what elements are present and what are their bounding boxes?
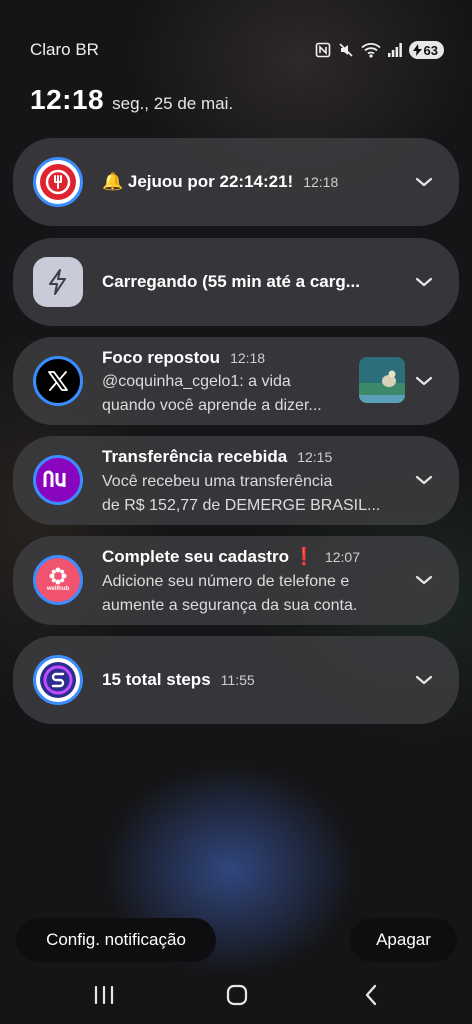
clock-date: seg., 25 de mai. <box>112 94 234 113</box>
notification-thumbnail-image <box>359 357 405 403</box>
clock-row: 12:18 seg., 25 de mai. <box>30 84 233 116</box>
back-icon <box>365 984 377 1006</box>
notification-time: 12:18 <box>230 350 266 366</box>
nfc-icon <box>315 42 331 58</box>
charging-bolt-icon <box>412 44 422 56</box>
notification-wellhub[interactable]: wellhub Complete seu cadastro ❗ 12:07 Ad… <box>13 536 459 625</box>
notification-title: 15 total steps <box>102 670 211 689</box>
notification-charging[interactable]: Carregando (55 min até a carg... <box>13 238 459 326</box>
wellhub-logo-icon: wellhub <box>33 555 83 605</box>
notification-time: 12:18 <box>303 174 339 190</box>
battery-indicator: 63 <box>408 41 444 59</box>
recent-apps-button[interactable] <box>84 978 124 1012</box>
carrier-name: Claro BR <box>30 40 99 59</box>
notification-time: 12:15 <box>297 449 333 465</box>
battery-level: 63 <box>423 42 438 58</box>
notification-body-line: quando você aprende a dizer... <box>102 397 322 414</box>
notification-x-repost[interactable]: Foco repostou 12:18 @coquinha_cgelo1: a … <box>13 337 459 425</box>
chevron-down-icon[interactable] <box>413 569 435 591</box>
signal-icon <box>387 43 402 57</box>
chevron-down-icon[interactable] <box>413 469 435 491</box>
notification-settings-button[interactable]: Config. notificação <box>16 918 216 962</box>
notification-title-row: 15 total steps 11:55 <box>102 670 255 690</box>
lightning-bolt-icon <box>33 257 83 307</box>
nubank-logo-icon <box>33 455 83 505</box>
notification-steps[interactable]: 15 total steps 11:55 <box>13 636 459 724</box>
notification-body-line: @coquinha_cgelo1: a vida <box>102 373 291 390</box>
chevron-down-icon[interactable] <box>413 370 435 392</box>
notification-body-line: aumente a segurança da sua conta. <box>102 597 358 614</box>
notification-title-row: Transferência recebida 12:15 <box>102 447 332 467</box>
notification-title-row: Complete seu cadastro ❗ 12:07 <box>102 547 360 567</box>
wifi-icon <box>360 42 381 58</box>
x-logo-icon <box>33 356 83 406</box>
notification-title: Foco repostou <box>102 348 221 367</box>
notification-title: Complete seu cadastro ❗ <box>102 547 315 566</box>
chevron-down-icon[interactable] <box>413 271 435 293</box>
chevron-down-icon[interactable] <box>413 171 435 193</box>
home-icon <box>226 984 248 1006</box>
notification-title: Carregando (55 min até a carg... <box>102 272 360 291</box>
mute-icon <box>338 42 354 58</box>
notification-title-row: Foco repostou 12:18 <box>102 348 265 368</box>
recent-apps-icon <box>94 986 114 1004</box>
clock-time: 12:18 <box>30 84 105 115</box>
notification-title-row: 🔔 Jejuou por 22:14:21! 12:18 <box>102 172 338 192</box>
navigation-bar <box>0 978 472 1012</box>
chevron-down-icon[interactable] <box>413 669 435 691</box>
status-icons: 63 <box>315 41 444 59</box>
notification-time: 11:55 <box>220 672 255 688</box>
notification-title: 🔔 Jejuou por 22:14:21! <box>102 172 294 191</box>
fork-knife-icon <box>33 157 83 207</box>
notification-title: Transferência recebida <box>102 447 288 466</box>
notification-fasting[interactable]: 🔔 Jejuou por 22:14:21! 12:18 <box>13 138 459 226</box>
notification-body: Adicione seu número de telefone e aument… <box>102 570 407 618</box>
notification-body-line: Adicione seu número de telefone e <box>102 573 350 590</box>
notification-nubank-transfer[interactable]: Transferência recebida 12:15 Você recebe… <box>13 436 459 525</box>
home-button[interactable] <box>217 978 257 1012</box>
notification-body-line: Você recebeu uma transferência <box>102 473 333 490</box>
notification-body: Você recebeu uma transferência de R$ 152… <box>102 470 407 518</box>
notification-body-line: de R$ 152,77 de DEMERGE BRASIL... <box>102 497 381 514</box>
clear-all-button[interactable]: Apagar <box>350 918 457 962</box>
notification-time: 12:07 <box>324 549 360 565</box>
status-bar: Claro BR 63 <box>30 36 444 64</box>
notification-body: @coquinha_cgelo1: a vida quando você apr… <box>102 370 352 418</box>
samsung-health-steps-icon <box>33 655 83 705</box>
wellhub-logo-text: wellhub <box>46 586 70 592</box>
notification-title-row: Carregando (55 min até a carg... <box>102 272 360 292</box>
back-button[interactable] <box>351 978 391 1012</box>
